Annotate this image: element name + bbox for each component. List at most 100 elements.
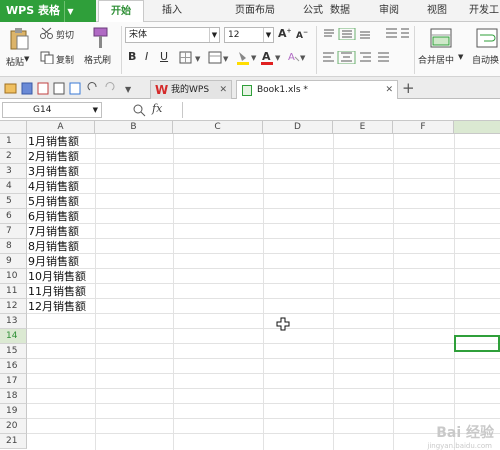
grid-line — [27, 268, 500, 269]
close-icon[interactable]: ✕ — [385, 81, 393, 99]
app-menu-button[interactable]: WPS 表格 ▼ — [0, 0, 96, 23]
underline-button[interactable]: U — [160, 50, 168, 63]
format-painter-button[interactable]: 格式刷 — [84, 53, 111, 66]
increase-font-icon[interactable]: A+ — [278, 27, 292, 40]
cell-A2[interactable]: 2月销售额 — [28, 149, 79, 164]
cell-A6[interactable]: 6月销售额 — [28, 209, 79, 224]
row-header[interactable]: 17 — [0, 374, 27, 389]
cell-A9[interactable]: 9月销售额 — [28, 254, 79, 269]
grid-line — [27, 358, 500, 359]
row-header[interactable]: 8 — [0, 239, 27, 254]
row-header[interactable]: 7 — [0, 224, 27, 239]
quick-access-toolbar[interactable]: ▼ — [4, 82, 134, 95]
format-painter-icon[interactable] — [92, 26, 110, 50]
tab-developer[interactable]: 开发工 — [464, 0, 500, 22]
row-header[interactable]: 11 — [0, 284, 27, 299]
decrease-font-icon[interactable]: A− — [296, 29, 308, 41]
column-header-F[interactable]: F — [393, 121, 454, 134]
zoom-icon[interactable] — [132, 103, 146, 117]
wps-logo-icon: W — [155, 83, 169, 97]
tab-view[interactable]: 视图 — [420, 0, 454, 22]
grid-line — [27, 313, 500, 314]
cell-A10[interactable]: 10月销售额 — [28, 269, 86, 284]
row-header[interactable]: 9 — [0, 254, 27, 269]
chevron-down-icon[interactable]: ▼ — [458, 53, 463, 61]
paste-button[interactable]: 粘贴 — [6, 55, 24, 68]
cell-A3[interactable]: 3月销售额 — [28, 164, 79, 179]
grid-line — [27, 388, 500, 389]
row-header[interactable]: 16 — [0, 359, 27, 374]
row-header[interactable]: 12 — [0, 299, 27, 314]
italic-button[interactable]: I — [145, 50, 148, 63]
row-header[interactable]: 2 — [0, 149, 27, 164]
divider — [121, 26, 122, 74]
spreadsheet-grid[interactable]: A B C D E F 1 2 3 4 5 6 7 8 9 10 11 12 1… — [0, 121, 500, 450]
row-header[interactable]: 13 — [0, 314, 27, 329]
fill-color-icon[interactable]: ▼ — [236, 50, 260, 65]
cell-A1[interactable]: 1月销售额 — [28, 134, 79, 149]
column-header-B[interactable]: B — [95, 121, 173, 134]
merge-center-button[interactable]: 合并居中 — [418, 53, 454, 66]
horizontal-align-icons[interactable] — [322, 51, 412, 64]
column-header-D[interactable]: D — [263, 121, 333, 134]
row-header[interactable]: 6 — [0, 209, 27, 224]
column-header-E[interactable]: E — [333, 121, 393, 134]
fx-button[interactable]: fx — [152, 102, 162, 115]
copy-button[interactable]: 复制 — [56, 53, 74, 66]
menu-bar: WPS 表格 ▼ 开始 插入 页面布局 公式 数据 审阅 视图 开发工 — [0, 0, 500, 23]
row-header[interactable]: 3 — [0, 164, 27, 179]
column-header-C[interactable]: C — [173, 121, 263, 134]
row-header[interactable]: 10 — [0, 269, 27, 284]
row-header[interactable]: 15 — [0, 344, 27, 359]
doc-tab-my-wps[interactable]: W 我的WPS ✕ — [150, 80, 232, 99]
paste-dropdown-icon[interactable]: ▼ — [24, 55, 29, 63]
merge-center-icon[interactable] — [430, 27, 452, 49]
row-header[interactable]: 21 — [0, 434, 27, 449]
row-header[interactable]: 18 — [0, 389, 27, 404]
grid-line — [27, 343, 500, 344]
row-header[interactable]: 5 — [0, 194, 27, 209]
scissors-icon — [40, 27, 53, 39]
add-tab-icon[interactable]: + — [402, 79, 415, 97]
tab-data[interactable]: 数据 — [322, 0, 358, 22]
chevron-down-icon[interactable]: ▼ — [63, 1, 76, 23]
font-name-select[interactable]: 宋体 ▼ — [125, 27, 220, 43]
formula-input[interactable] — [182, 102, 498, 118]
bold-button[interactable]: B — [128, 50, 136, 63]
tab-home[interactable]: 开始 — [98, 0, 144, 23]
document-tab-bar: ▼ W 我的WPS ✕ Book1.xls * ✕ + — [0, 77, 500, 99]
cut-button[interactable]: 剪切 — [56, 28, 74, 41]
row-header[interactable]: 1 — [0, 134, 27, 149]
font-size-select[interactable]: 12 ▼ — [224, 27, 274, 43]
column-header-G[interactable] — [454, 121, 500, 134]
row-header[interactable]: 4 — [0, 179, 27, 194]
clear-format-icon[interactable]: A ▼ — [287, 50, 309, 65]
auto-wrap-button[interactable]: 自动换 — [472, 53, 499, 66]
close-icon[interactable]: ✕ — [219, 81, 227, 99]
font-color-icon[interactable]: A ▼ — [260, 50, 284, 65]
auto-wrap-icon[interactable] — [476, 27, 498, 49]
cell-A8[interactable]: 8月销售额 — [28, 239, 79, 254]
row-header[interactable]: 20 — [0, 419, 27, 434]
cell-A12[interactable]: 12月销售额 — [28, 299, 86, 314]
select-all-corner[interactable] — [0, 121, 27, 134]
row-header-selected[interactable]: 14 — [0, 329, 27, 344]
row-header[interactable]: 19 — [0, 404, 27, 419]
vertical-align-icons[interactable] — [322, 28, 382, 40]
selected-cell-G14[interactable] — [454, 335, 500, 352]
cell-A11[interactable]: 11月销售额 — [28, 284, 86, 299]
column-header-A[interactable]: A — [27, 121, 95, 134]
svg-text:A: A — [288, 52, 295, 63]
tab-review[interactable]: 审阅 — [372, 0, 406, 22]
name-box[interactable]: G14 ▼ — [2, 102, 102, 118]
merge-cells-icon[interactable]: ▼ — [208, 51, 232, 65]
cell-A4[interactable]: 4月销售额 — [28, 179, 79, 194]
cell-A5[interactable]: 5月销售额 — [28, 194, 79, 209]
cell-A7[interactable]: 7月销售额 — [28, 224, 79, 239]
doc-tab-book1[interactable]: Book1.xls * ✕ — [236, 80, 398, 99]
tab-page-layout[interactable]: 页面布局 — [228, 0, 282, 22]
border-icon[interactable]: ▼ — [179, 51, 205, 65]
paste-icon[interactable] — [8, 27, 30, 51]
wrap-text-icon[interactable] — [385, 27, 411, 40]
tab-insert[interactable]: 插入 — [154, 0, 190, 22]
